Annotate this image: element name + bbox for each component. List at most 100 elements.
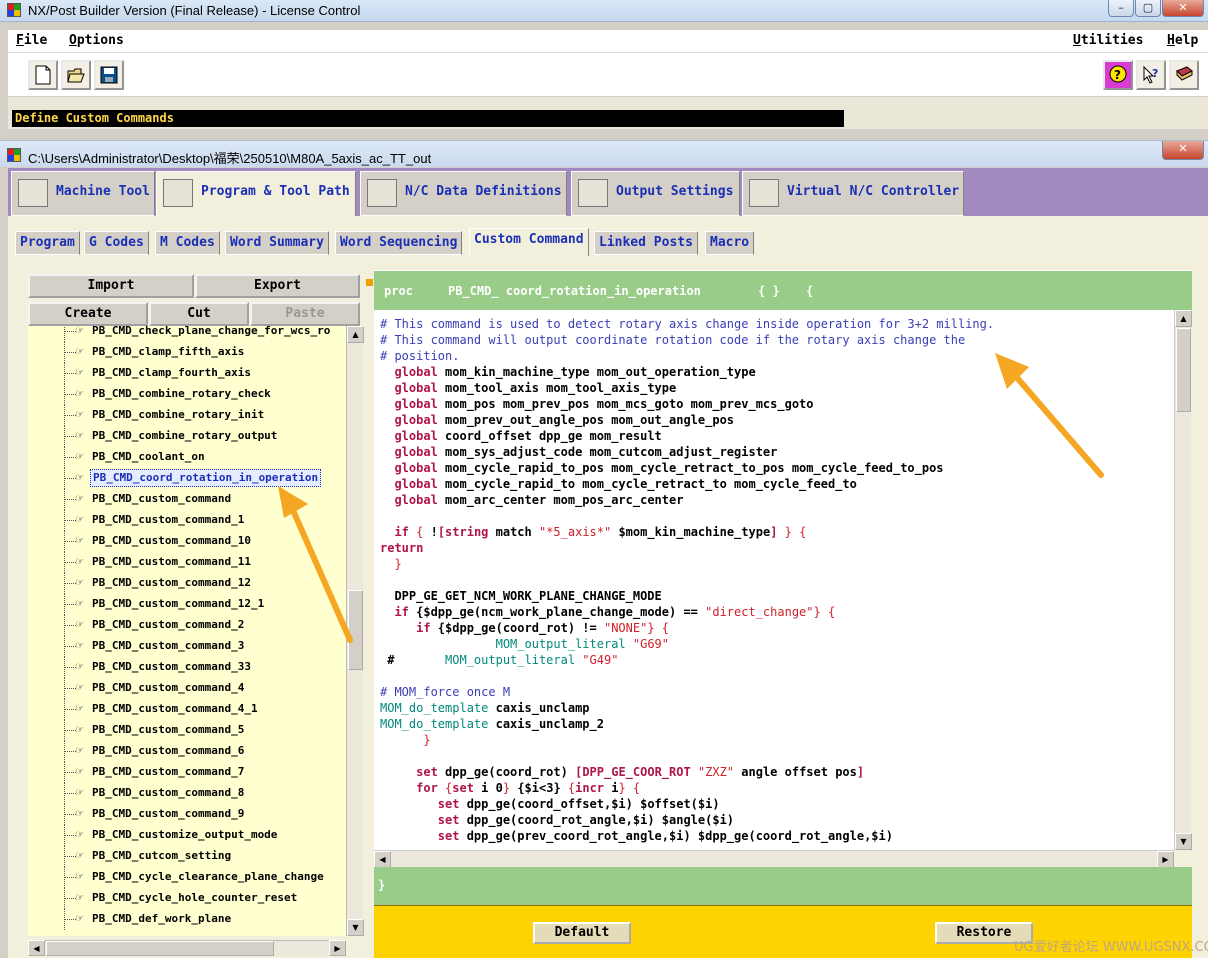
new-button[interactable] [28,60,58,90]
pointing-hand-icon: ☞ [76,470,84,484]
tree-item[interactable]: ☞ PB_CMD_cycle_hole_counter_reset [28,888,346,909]
save-button[interactable] [94,60,124,90]
code-token: # [380,653,446,667]
tree-item-label: PB_CMD_custom_command_8 [92,786,245,799]
tree-hscroll-thumb[interactable] [46,941,274,956]
scroll-down-arrow-icon[interactable]: ▼ [347,919,364,936]
code-horizontal-scrollbar[interactable]: ◀ ▶ [374,850,1174,868]
tab-output-settings[interactable]: Output Settings [571,171,740,216]
code-line: if {$dpp_ge(coord_rot) != "NONE"} { [380,620,669,636]
code-token: # This command is used to detect rotary … [380,317,995,331]
scroll-up-arrow-icon[interactable]: ▲ [347,326,364,343]
menu-help[interactable]: Help [1167,33,1198,48]
code-token: caxis_unclamp_2 [488,717,604,731]
status-message: Define Custom Commands [12,110,844,127]
tree-item[interactable]: ☞ PB_CMD_combine_rotary_output [28,426,346,447]
export-button[interactable]: Export [195,274,360,298]
tab-program-tool-path[interactable]: Program & Tool Path [156,171,356,217]
code-vertical-scrollbar[interactable]: ▲ ▼ [1174,310,1192,850]
tree-item[interactable]: ☞ PB_CMD_combine_rotary_check [28,384,346,405]
subtab-custom-command[interactable]: Custom Command [469,228,589,256]
code-line: set dpp_ge(prev_coord_rot_angle,$i) $dpp… [380,828,893,844]
code-token: MOM_do_template [380,717,489,731]
menu-file[interactable]: File [16,33,47,48]
tree-item[interactable]: ☞ PB_CMD_clamp_fourth_axis [28,363,346,384]
whats-this-icon: ? [1143,65,1158,84]
tree-branch [64,415,76,416]
code-scroll-thumb[interactable] [1176,328,1191,412]
pointing-hand-icon: ☞ [76,326,84,337]
tree-item[interactable]: ☞ PB_CMD_custom_command_8 [28,783,346,804]
cut-button[interactable]: Cut [149,302,249,326]
import-button[interactable]: Import [28,274,194,298]
context-help-button[interactable]: ? [1103,60,1133,90]
tree-item[interactable]: ☞ PB_CMD_combine_rotary_init [28,405,346,426]
maximize-button[interactable]: ▢ [1135,0,1161,17]
tree-item[interactable]: ☞ PB_CMD_custom_command_4 [28,678,346,699]
tree-branch [64,394,76,395]
code-token: } { [618,781,641,795]
close-button[interactable]: ✕ [1162,0,1204,17]
code-token: mom_sys_adjust_code mom_cutcom_adjust_re… [437,445,778,459]
annotation-arrow-tree [278,486,353,643]
whats-this-button[interactable]: ? [1136,60,1166,90]
subtab-m-codes[interactable]: M Codes [155,231,220,255]
code-scroll-left-arrow-icon[interactable]: ◀ [374,851,391,868]
subtab-macro[interactable]: Macro [705,231,755,255]
code-line: # MOM_output_literal "G49" [380,652,618,668]
open-button[interactable] [61,60,91,90]
menu-utilities[interactable]: Utilities [1073,33,1143,48]
tree-item-label: PB_CMD_clamp_fifth_axis [92,345,245,358]
subtab-program[interactable]: Program [15,231,80,255]
tab-nc-data-definitions-label: N/C Data Definitions [405,184,562,199]
minimize-button[interactable]: – [1108,0,1134,17]
create-button[interactable]: Create [28,302,148,326]
tree-item[interactable]: ☞ PB_CMD_def_work_plane [28,909,346,930]
tree-item[interactable]: ☞ PB_CMD_custom_command_6 [28,741,346,762]
tab-virtual-nc-controller[interactable]: Virtual N/C Controller [742,171,964,216]
default-button[interactable]: Default [533,922,631,944]
proc-close-brace: } [378,878,386,892]
menu-options[interactable]: Options [69,33,124,48]
tree-item[interactable]: ☞ PB_CMD_cutcom_setting [28,846,346,867]
tree-item[interactable]: ☞ PB_CMD_custom_command_33 [28,657,346,678]
paste-button[interactable]: Paste [250,302,360,326]
tree-item[interactable]: ☞ PB_CMD_clamp_fifth_axis [28,342,346,363]
tree-item-label: PB_CMD_custom_command_3 [92,639,245,652]
manual-button[interactable] [1169,60,1199,90]
tab-nc-data-definitions[interactable]: N/C Data Definitions [360,171,567,216]
subtab-g-codes[interactable]: G Codes [84,231,149,255]
subtab-word-summary[interactable]: Word Summary [225,231,329,255]
tree-item[interactable]: ☞ PB_CMD_custom_command_9 [28,804,346,825]
subtab-word-sequencing[interactable]: Word Sequencing [335,231,463,255]
tree-item[interactable]: ☞ PB_CMD_custom_command_4_1 [28,699,346,720]
tree-item-label: PB_CMD_cycle_hole_counter_reset [92,891,298,904]
scroll-right-arrow-icon[interactable]: ▶ [329,940,346,956]
code-line: # MOM_force once M [380,684,510,700]
tree-item[interactable]: ☞ PB_CMD_check_plane_change_for_wcs_ro [28,326,346,342]
code-token: global [394,381,438,395]
subtab-linked-posts[interactable]: Linked Posts [594,231,698,255]
tree-item[interactable]: ☞ PB_CMD_cycle_clearance_plane_change [28,867,346,888]
tree-item[interactable]: ☞ PB_CMD_customize_output_mode [28,825,346,846]
code-line: for {set i 0} {$i<3} {incr i} { [380,780,640,796]
code-scroll-right-arrow-icon[interactable]: ▶ [1157,851,1174,868]
code-token: dpp_ge(coord_offset,$i) $offset($i) [459,797,720,811]
tree-connector [64,326,65,342]
code-token: global [394,445,438,459]
tree-branch [64,583,76,584]
tree-item[interactable]: ☞ PB_CMD_custom_command_5 [28,720,346,741]
scroll-left-arrow-icon[interactable]: ◀ [28,940,45,956]
code-scroll-down-arrow-icon[interactable]: ▼ [1175,833,1192,850]
pointing-hand-icon: ☞ [76,449,84,463]
code-line: global mom_cycle_rapid_to_pos mom_cycle_… [380,460,943,476]
code-scroll-up-arrow-icon[interactable]: ▲ [1175,310,1192,327]
tree-horizontal-scrollbar[interactable]: ◀ ▶ [28,940,346,956]
tree-item[interactable]: ☞ PB_CMD_coolant_on [28,447,346,468]
post-window-close-button[interactable]: ✕ [1162,141,1204,160]
tree-item-label: PB_CMD_clamp_fourth_axis [92,366,251,379]
tab-machine-tool[interactable]: Machine Tool [11,171,155,216]
code-line: global mom_prev_out_angle_pos mom_out_an… [380,412,734,428]
tree-item[interactable]: ☞ PB_CMD_custom_command_7 [28,762,346,783]
